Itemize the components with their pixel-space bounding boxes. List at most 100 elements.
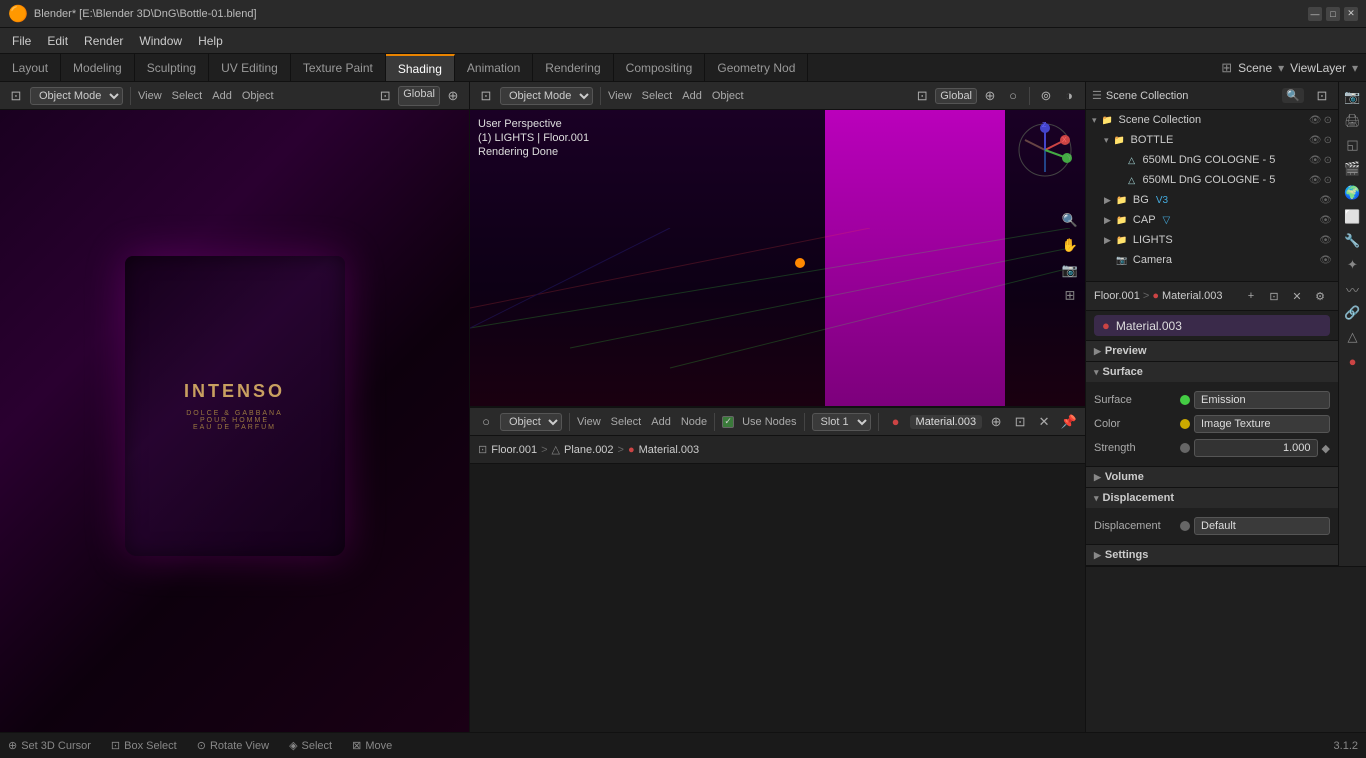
volume-header[interactable]: ▶ Volume bbox=[1086, 467, 1338, 487]
cursor3[interactable]: ⊙ bbox=[1324, 155, 1332, 166]
strip-output-icon[interactable]: 🖨 bbox=[1342, 110, 1364, 132]
vp-mode-icon[interactable]: ⊡ bbox=[476, 86, 496, 106]
mat-close-icon[interactable]: ✕ bbox=[1034, 412, 1054, 432]
strip-physics-icon[interactable]: 〰 bbox=[1342, 278, 1364, 300]
strip-constraints-icon[interactable]: 🔗 bbox=[1342, 302, 1364, 324]
surface-header[interactable]: ▾ Surface bbox=[1086, 362, 1338, 382]
tab-uv-editing[interactable]: UV Editing bbox=[209, 54, 291, 81]
menu-render[interactable]: Render bbox=[76, 32, 131, 50]
strip-data-icon[interactable]: △ bbox=[1342, 326, 1364, 348]
outliner-camera[interactable]: ▶ 📷 Camera 👁 bbox=[1086, 250, 1338, 270]
transform-select[interactable]: Global bbox=[398, 86, 440, 106]
render-mode-select[interactable]: Object Mode bbox=[30, 87, 123, 105]
node-editor[interactable]: 📐 Texture Coordinate Generated Normal UV bbox=[470, 464, 1085, 732]
outliner-lights[interactable]: ▶ 📁 LIGHTS 👁 bbox=[1086, 230, 1338, 250]
transform-icon2[interactable]: ⊡ bbox=[912, 86, 932, 106]
outliner-bottle[interactable]: ▾ 📁 BOTTLE 👁 ⊙ bbox=[1086, 130, 1338, 150]
outliner-cologne1[interactable]: ▾ △ 650ML DnG COLOGNE - 5 👁 ⊙ bbox=[1086, 150, 1338, 170]
view-btn[interactable]: View bbox=[138, 90, 162, 102]
vp-add-btn[interactable]: Add bbox=[682, 90, 702, 102]
tab-geometry-nodes[interactable]: Geometry Nod bbox=[705, 54, 808, 81]
cursor-icon[interactable]: ⊙ bbox=[1324, 115, 1332, 126]
strip-scene-icon[interactable]: 🎬 bbox=[1342, 158, 1364, 180]
eye8[interactable]: 👁 bbox=[1319, 255, 1332, 266]
outliner-cologne2[interactable]: ▾ △ 650ML DnG COLOGNE - 5 👁 ⊙ bbox=[1086, 170, 1338, 190]
extensions-icon[interactable]: ⊞ bbox=[1221, 60, 1232, 76]
tab-compositing[interactable]: Compositing bbox=[614, 54, 706, 81]
close-button[interactable]: ✕ bbox=[1344, 7, 1358, 21]
slot-select[interactable]: Slot 1 bbox=[812, 413, 871, 431]
strip-world-icon[interactable]: 🌍 bbox=[1342, 182, 1364, 204]
camera-icon[interactable]: 📷 bbox=[1059, 260, 1081, 282]
color-value[interactable]: Image Texture bbox=[1194, 415, 1330, 433]
vp-transform-select[interactable]: Global bbox=[935, 88, 977, 104]
tab-animation[interactable]: Animation bbox=[455, 54, 533, 81]
outliner-scene-collection[interactable]: ▾ 📁 Scene Collection 👁 ⊙ bbox=[1086, 110, 1338, 130]
proportional-icon[interactable]: ○ bbox=[1003, 86, 1023, 106]
eye6[interactable]: 👁 bbox=[1319, 215, 1332, 226]
props-copy-icon[interactable]: ⊡ bbox=[1264, 286, 1284, 306]
outliner-filter-icon[interactable]: ⊡ bbox=[1312, 86, 1332, 106]
maximize-button[interactable]: □ bbox=[1326, 7, 1340, 21]
pin-icon[interactable]: 📌 bbox=[1059, 412, 1079, 432]
menu-help[interactable]: Help bbox=[190, 32, 231, 50]
3d-viewport[interactable]: User Perspective (1) LIGHTS | Floor.001 … bbox=[470, 110, 1085, 406]
object-btn[interactable]: Object bbox=[242, 90, 274, 102]
viewport-gizmo[interactable]: X Z Y bbox=[1015, 120, 1075, 180]
shader-object-select[interactable]: Object bbox=[500, 413, 562, 431]
eye7[interactable]: 👁 bbox=[1319, 235, 1332, 246]
select-btn[interactable]: Select bbox=[172, 90, 203, 102]
tab-texture-paint[interactable]: Texture Paint bbox=[291, 54, 386, 81]
shading-icon[interactable]: ◑ bbox=[1059, 86, 1079, 106]
strip-material-icon[interactable]: ● bbox=[1342, 350, 1364, 372]
strip-particles-icon[interactable]: ✦ bbox=[1342, 254, 1364, 276]
outliner-cap[interactable]: ▶ 📁 CAP ▽ 👁 bbox=[1086, 210, 1338, 230]
shader-view-btn[interactable]: View bbox=[577, 416, 601, 428]
tab-layout[interactable]: Layout bbox=[0, 54, 61, 81]
cursor2[interactable]: ⊙ bbox=[1324, 135, 1332, 146]
menu-window[interactable]: Window bbox=[131, 32, 190, 50]
mat-new-icon[interactable]: ⊕ bbox=[986, 412, 1006, 432]
add-btn[interactable]: Add bbox=[212, 90, 232, 102]
shader-type-icon[interactable]: ○ bbox=[476, 412, 496, 432]
vp-mode-select[interactable]: Object Mode bbox=[500, 87, 593, 105]
outliner-bg[interactable]: ▶ 📁 BG V3 👁 bbox=[1086, 190, 1338, 210]
strip-object-icon[interactable]: ⬜ bbox=[1342, 206, 1364, 228]
eye2[interactable]: 👁 bbox=[1309, 135, 1322, 146]
tab-sculpting[interactable]: Sculpting bbox=[135, 54, 209, 81]
cursor4[interactable]: ⊙ bbox=[1324, 175, 1332, 186]
vp-object-btn[interactable]: Object bbox=[712, 90, 744, 102]
eye5[interactable]: 👁 bbox=[1319, 195, 1332, 206]
props-new-icon[interactable]: + bbox=[1241, 286, 1261, 306]
vp-view-btn[interactable]: View bbox=[608, 90, 632, 102]
overlay-icon[interactable]: ⊚ bbox=[1036, 86, 1056, 106]
settings-header[interactable]: ▶ Settings bbox=[1086, 545, 1338, 565]
minimize-button[interactable]: — bbox=[1308, 7, 1322, 21]
eye4[interactable]: 👁 bbox=[1309, 175, 1322, 186]
outliner-search[interactable]: 🔍 bbox=[1282, 88, 1304, 103]
tab-shading[interactable]: Shading bbox=[386, 54, 455, 81]
tab-modeling[interactable]: Modeling bbox=[61, 54, 135, 81]
strip-modifier-icon[interactable]: 🔧 bbox=[1342, 230, 1364, 252]
disp-header[interactable]: ▾ Displacement bbox=[1086, 488, 1338, 508]
mat-copy-icon[interactable]: ⊡ bbox=[1010, 412, 1030, 432]
strip-view-icon[interactable]: ◱ bbox=[1342, 134, 1364, 156]
grid-icon[interactable]: ⊞ bbox=[1059, 285, 1081, 307]
material-name[interactable]: Material.003 bbox=[910, 415, 983, 429]
disp-value[interactable]: Default bbox=[1194, 517, 1330, 535]
snap-icon[interactable]: ⊕ bbox=[443, 86, 463, 106]
menu-edit[interactable]: Edit bbox=[39, 32, 76, 50]
vp-select-btn[interactable]: Select bbox=[642, 90, 673, 102]
strength-value[interactable]: 1.000 bbox=[1194, 439, 1318, 457]
strip-render-icon[interactable]: 📷 bbox=[1342, 86, 1364, 108]
use-nodes-checkbox[interactable]: ✓ bbox=[722, 416, 734, 428]
shader-select-btn[interactable]: Select bbox=[611, 416, 642, 428]
surface-shader-name[interactable]: Emission bbox=[1194, 391, 1330, 409]
snap-icon2[interactable]: ⊕ bbox=[980, 86, 1000, 106]
render-mode-icon[interactable]: ⊡ bbox=[6, 86, 26, 106]
tab-rendering[interactable]: Rendering bbox=[533, 54, 613, 81]
preview-header[interactable]: ▶ Preview bbox=[1086, 341, 1338, 361]
pan-icon[interactable]: ✋ bbox=[1059, 235, 1081, 257]
props-close-icon[interactable]: ✕ bbox=[1287, 286, 1307, 306]
transform-icon[interactable]: ⊡ bbox=[375, 86, 395, 106]
